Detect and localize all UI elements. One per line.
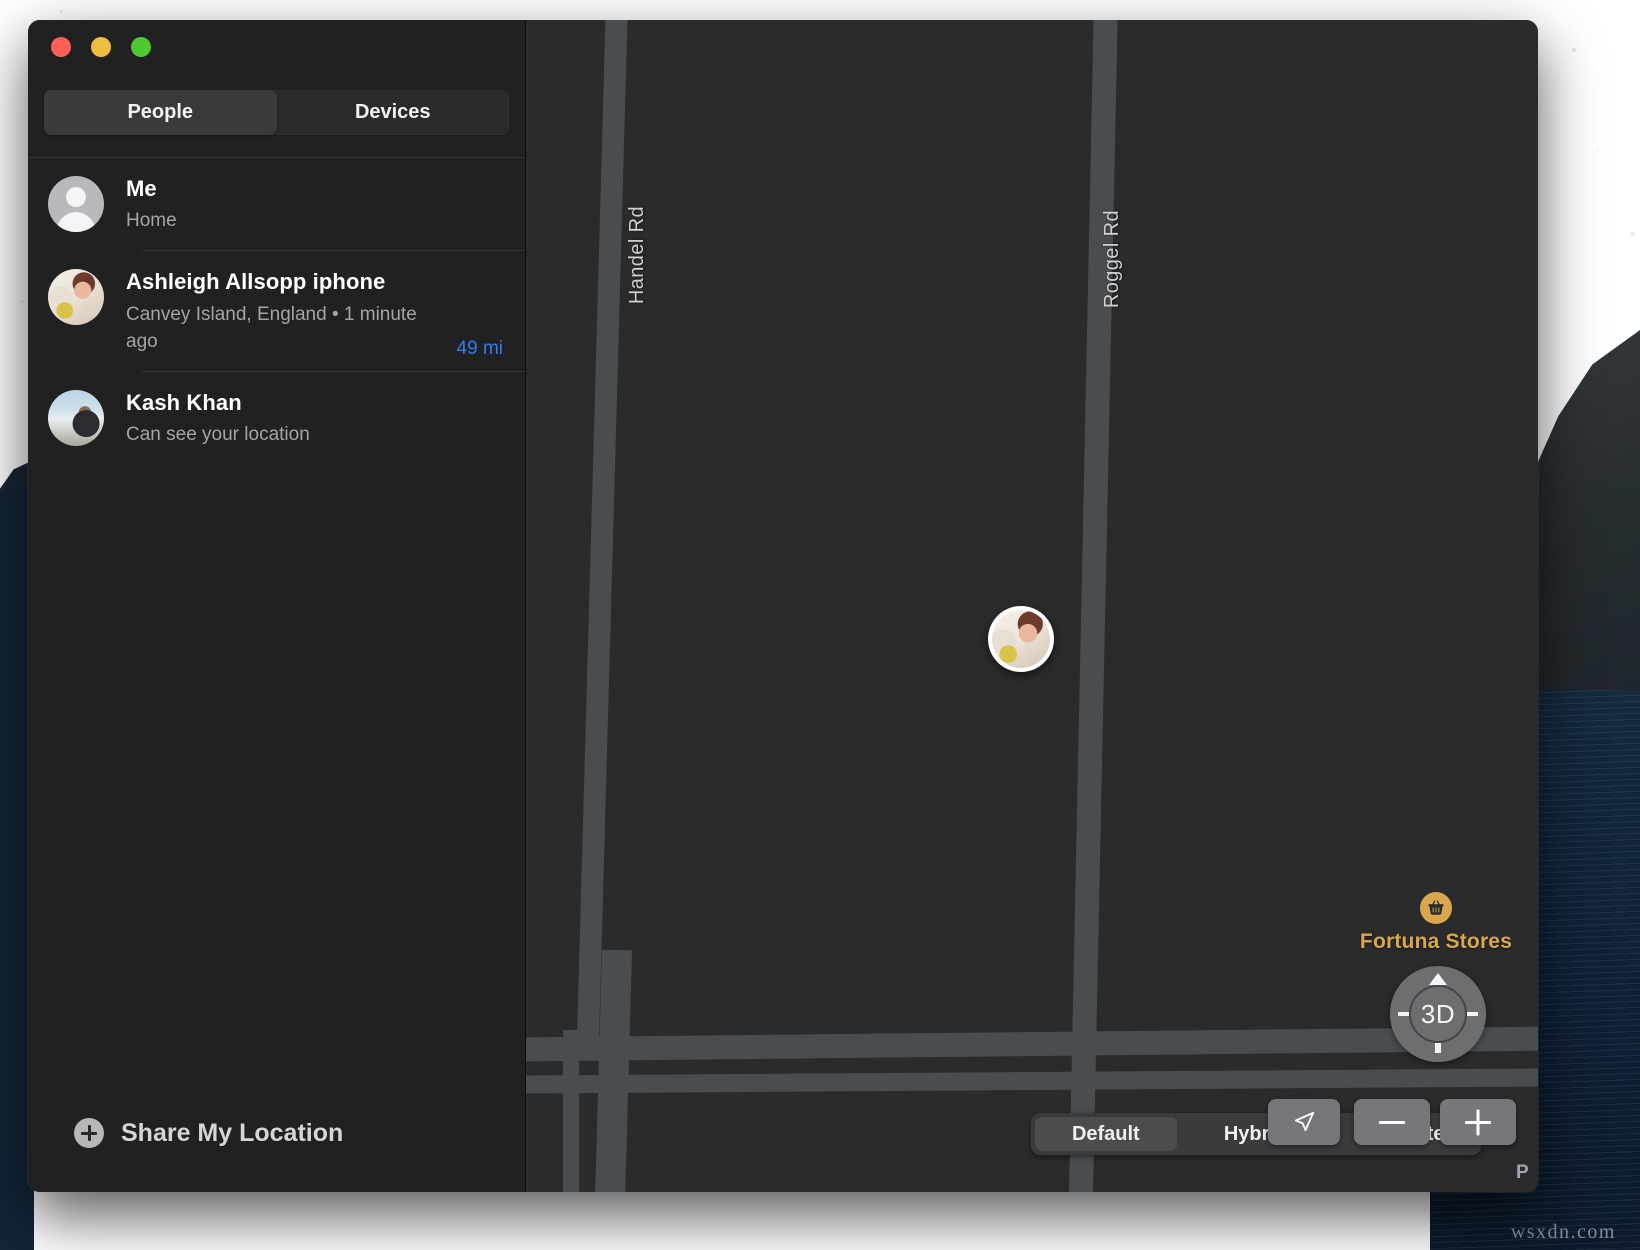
road-handel-rd bbox=[576, 20, 628, 1060]
star bbox=[20, 300, 24, 303]
find-my-window: People Devices Me Home Ashleigh Allsopp … bbox=[28, 20, 1538, 1192]
star bbox=[1596, 150, 1598, 152]
zoom-in-button[interactable] bbox=[1440, 1099, 1516, 1145]
person-subtitle: Canvey Island, England • 1 minute ago bbox=[126, 303, 417, 352]
locate-me-button[interactable] bbox=[1268, 1099, 1340, 1145]
tab-devices[interactable]: Devices bbox=[277, 90, 510, 135]
sidebar: People Devices Me Home Ashleigh Allsopp … bbox=[28, 20, 526, 1192]
star bbox=[1572, 48, 1576, 52]
list-item-me[interactable]: Me Home bbox=[48, 158, 525, 252]
pin-avatar bbox=[992, 610, 1050, 668]
tab-people[interactable]: People bbox=[44, 90, 277, 135]
navigation-arrow-icon bbox=[1294, 1111, 1315, 1132]
star bbox=[1630, 232, 1635, 236]
people-devices-segmented-control: People Devices bbox=[44, 90, 509, 135]
desktop-background: wsxdn.com People Devices Me Home Ashleig… bbox=[0, 0, 1640, 1250]
road-label-roggel-rd: Roggel Rd bbox=[1101, 210, 1123, 309]
share-my-location-label: Share My Location bbox=[121, 1118, 344, 1147]
minus-icon bbox=[1379, 1120, 1405, 1124]
road-vertical-short bbox=[563, 1030, 579, 1192]
dial-down-marker-icon[interactable] bbox=[1435, 1043, 1441, 1053]
ashleigh-location-pin[interactable] bbox=[988, 606, 1054, 672]
window-traffic-lights bbox=[28, 20, 525, 76]
person-text: Me Home bbox=[126, 176, 525, 235]
dial-up-arrow-icon[interactable] bbox=[1429, 973, 1447, 985]
road-horizontal-main bbox=[526, 1026, 1538, 1062]
generic-person-avatar bbox=[48, 176, 104, 232]
plus-circle-icon bbox=[74, 1118, 104, 1148]
star bbox=[60, 10, 63, 13]
people-list: Me Home Ashleigh Allsopp iphone Canvey I… bbox=[28, 158, 525, 1118]
zoom-button[interactable] bbox=[131, 37, 151, 57]
3d-tilt-dial[interactable]: 3D bbox=[1390, 966, 1486, 1062]
person-name: Me bbox=[126, 176, 157, 201]
map-attribution: P bbox=[1516, 1162, 1530, 1183]
person-name: Kash Khan bbox=[126, 389, 242, 415]
road-handel-rd-lower bbox=[595, 949, 632, 1192]
close-button[interactable] bbox=[51, 37, 71, 57]
person-subtitle: Can see your location bbox=[126, 423, 310, 445]
3d-toggle-button[interactable]: 3D bbox=[1409, 985, 1467, 1043]
plus-icon-vertical bbox=[1476, 1109, 1480, 1135]
distance-badge: 49 mi bbox=[456, 338, 503, 360]
dial-left-marker-icon[interactable] bbox=[1398, 1012, 1409, 1016]
list-item-ashleigh[interactable]: Ashleigh Allsopp iphone Canvey Island, E… bbox=[48, 251, 525, 372]
road-label-handel-rd: Handel Rd bbox=[626, 206, 648, 305]
zoom-out-button[interactable] bbox=[1354, 1099, 1430, 1145]
shopping-basket-icon bbox=[1420, 892, 1452, 924]
share-my-location-button[interactable]: Share My Location bbox=[28, 1118, 525, 1192]
person-name: Ashleigh Allsopp iphone bbox=[126, 269, 386, 295]
road-horizontal-lower bbox=[526, 1068, 1538, 1094]
avatar bbox=[48, 389, 104, 446]
map-type-default[interactable]: Default bbox=[1035, 1117, 1177, 1151]
road-roggel-rd bbox=[1068, 20, 1118, 1192]
list-item-kash[interactable]: Kash Khan Can see your location bbox=[48, 372, 525, 465]
poi-fortuna-stores[interactable]: Fortuna Stores bbox=[1346, 892, 1526, 954]
avatar bbox=[48, 269, 104, 326]
dial-right-marker-icon[interactable] bbox=[1467, 1012, 1478, 1016]
map-canvas[interactable]: Handel Rd Roggel Rd Fortuna Stores Defau… bbox=[526, 20, 1538, 1192]
person-subtitle: Home bbox=[126, 210, 177, 232]
person-text: Kash Khan Can see your location bbox=[126, 390, 525, 449]
poi-label: Fortuna Stores bbox=[1359, 930, 1513, 953]
minimize-button[interactable] bbox=[91, 37, 111, 57]
